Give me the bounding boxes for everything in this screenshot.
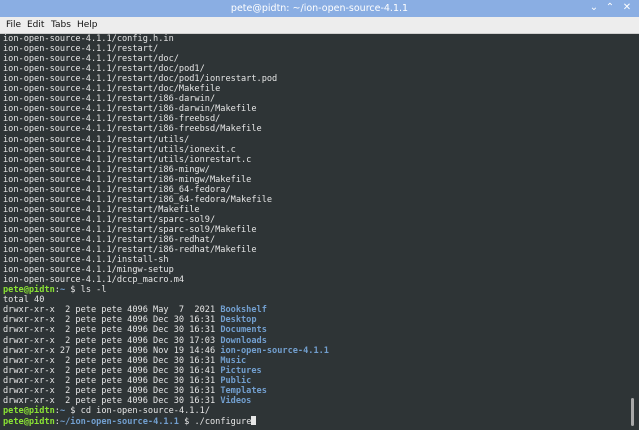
menu-bar: File Edit Tabs Help xyxy=(0,17,639,34)
listing-row: drwxr-xr-x 2 pete pete 4096 Dec 30 16:31… xyxy=(3,396,251,406)
directory-name: Downloads xyxy=(220,335,267,346)
listing-row: drwxr-xr-x 2 pete pete 4096 May 7 2021 B… xyxy=(3,305,267,315)
listing-meta: drwxr-xr-x 2 pete pete 4096 Dec 30 16:31 xyxy=(3,315,221,326)
directory-name: Videos xyxy=(220,395,252,406)
terminal-output[interactable]: ion-open-source-4.1.1/config.h.in ion-ope… xyxy=(0,34,627,430)
prompt-line: pete@pidtn:~ $ cd ion-open-source-4.1.1/ xyxy=(3,406,210,416)
directory-name: Templates xyxy=(220,385,267,396)
minimize-icon[interactable]: ⌄ xyxy=(587,1,601,15)
directory-name: Desktop xyxy=(220,315,257,326)
output-line: ion-open-source-4.1.1/config.h.in xyxy=(3,34,174,44)
command-text: cd ion-open-source-4.1.1/ xyxy=(80,405,211,416)
listing-row: drwxr-xr-x 27 pete pete 4096 Nov 19 14:4… xyxy=(3,346,329,356)
output-line: ion-open-source-4.1.1/restart/sparc-sol9… xyxy=(3,224,257,235)
output-line: ion-open-source-4.1.1/restart/doc/pod1/ xyxy=(3,64,205,75)
output-line: ion-open-source-4.1.1/restart/utils/ionr… xyxy=(3,154,252,165)
text-cursor xyxy=(251,415,257,425)
output-line: ion-open-source-4.1.1/restart/i86-freebs… xyxy=(3,124,262,135)
prompt-user: pete@pidtn xyxy=(3,405,55,416)
command-text: ./configure xyxy=(194,416,252,427)
output-line: ion-open-source-4.1.1/mingw-setup xyxy=(3,265,174,276)
menu-help[interactable]: Help xyxy=(77,17,98,33)
output-line: ion-open-source-4.1.1/dccp_macro.m4 xyxy=(3,275,185,286)
listing-row: drwxr-xr-x 2 pete pete 4096 Dec 30 16:31… xyxy=(3,386,267,396)
directory-name: Pictures xyxy=(220,365,262,376)
menu-file[interactable]: File xyxy=(6,17,21,33)
prompt-line: pete@pidtn:~/ion-open-source-4.1.1 $ ./c… xyxy=(3,415,257,427)
terminal-scrollbar[interactable] xyxy=(627,34,639,430)
output-line: ion-open-source-4.1.1/restart/sparc-sol9… xyxy=(3,214,216,225)
prompt-dollar: $ xyxy=(65,285,81,296)
output-line: ion-open-source-4.1.1/restart/i86-redhat… xyxy=(3,245,257,256)
terminal-window: pete@pidtn: ~/ion-open-source-4.1.1 ⌄ ⌃ … xyxy=(0,0,639,430)
listing-row: drwxr-xr-x 2 pete pete 4096 Dec 30 16:41… xyxy=(3,366,262,376)
output-line: ion-open-source-4.1.1/restart/i86-darwin… xyxy=(3,94,216,105)
listing-meta: drwxr-xr-x 2 pete pete 4096 May 7 2021 xyxy=(3,305,221,316)
output-line: ion-open-source-4.1.1/restart/doc/ xyxy=(3,54,179,65)
directory-name: Bookshelf xyxy=(220,305,267,316)
listing-row: drwxr-xr-x 2 pete pete 4096 Dec 30 16:31… xyxy=(3,315,257,325)
prompt-path: ~/ion-open-source-4.1.1 xyxy=(59,416,179,427)
directory-name: Public xyxy=(220,375,252,386)
listing-meta: drwxr-xr-x 2 pete pete 4096 Dec 30 16:31 xyxy=(3,395,221,406)
listing-meta: drwxr-xr-x 2 pete pete 4096 Dec 30 16:31 xyxy=(3,385,221,396)
listing-meta: drwxr-xr-x 2 pete pete 4096 Dec 30 16:41 xyxy=(3,365,221,376)
listing-meta: drwxr-xr-x 2 pete pete 4096 Dec 30 17:03 xyxy=(3,335,221,346)
menu-tabs[interactable]: Tabs xyxy=(51,17,71,33)
output-line: ion-open-source-4.1.1/restart/i86-mingw/… xyxy=(3,174,252,185)
command-text: ls -l xyxy=(80,285,107,296)
prompt-dollar: $ xyxy=(65,405,81,416)
directory-name: Music xyxy=(220,355,247,366)
output-line: ion-open-source-4.1.1/restart/ xyxy=(3,44,159,55)
output-line: total 40 xyxy=(3,295,45,306)
directory-name: Documents xyxy=(220,325,267,336)
listing-row: drwxr-xr-x 2 pete pete 4096 Dec 30 17:03… xyxy=(3,336,267,346)
output-line: ion-open-source-4.1.1/restart/doc/pod1/i… xyxy=(3,74,278,85)
close-icon[interactable]: ✕ xyxy=(620,1,634,15)
output-line: ion-open-source-4.1.1/restart/i86-freebs… xyxy=(3,114,221,125)
output-line: ion-open-source-4.1.1/restart/Makefile xyxy=(3,204,200,215)
prompt-dollar: $ xyxy=(178,416,195,427)
listing-meta: drwxr-xr-x 2 pete pete 4096 Dec 30 16:31 xyxy=(3,325,221,336)
prompt-line: pete@pidtn:~ $ ls -l xyxy=(3,285,107,295)
listing-meta: drwxr-xr-x 2 pete pete 4096 Dec 30 16:31 xyxy=(3,355,221,366)
maximize-icon[interactable]: ⌃ xyxy=(603,1,617,15)
listing-row: drwxr-xr-x 2 pete pete 4096 Dec 30 16:31… xyxy=(3,356,246,366)
output-line: ion-open-source-4.1.1/restart/i86-redhat… xyxy=(3,235,216,245)
output-line: ion-open-source-4.1.1/restart/utils/ione… xyxy=(3,144,236,155)
listing-meta: drwxr-xr-x 2 pete pete 4096 Dec 30 16:31 xyxy=(3,375,221,386)
directory-name: ion-open-source-4.1.1 xyxy=(220,345,329,356)
window-title: pete@pidtn: ~/ion-open-source-4.1.1 xyxy=(230,3,409,14)
output-line: ion-open-source-4.1.1/restart/utils/ xyxy=(3,134,190,145)
listing-row: drwxr-xr-x 2 pete pete 4096 Dec 30 16:31… xyxy=(3,325,267,335)
prompt-user: pete@pidtn xyxy=(3,285,55,296)
output-line: ion-open-source-4.1.1/restart/i86-mingw/ xyxy=(3,164,210,175)
title-bar[interactable]: pete@pidtn: ~/ion-open-source-4.1.1 ⌄ ⌃ … xyxy=(0,0,639,17)
output-line: ion-open-source-4.1.1/restart/i86-darwin… xyxy=(3,104,257,115)
scrollbar-thumb[interactable] xyxy=(631,398,634,426)
menu-edit[interactable]: Edit xyxy=(27,17,44,33)
prompt-user: pete@pidtn xyxy=(3,416,55,427)
output-line: ion-open-source-4.1.1/restart/i86_64-fed… xyxy=(3,184,231,195)
output-line: ion-open-source-4.1.1/install-sh xyxy=(3,255,169,266)
listing-row: drwxr-xr-x 2 pete pete 4096 Dec 30 16:31… xyxy=(3,376,251,386)
output-line: ion-open-source-4.1.1/restart/i86_64-fed… xyxy=(3,194,273,205)
listing-meta: drwxr-xr-x 27 pete pete 4096 Nov 19 14:4… xyxy=(3,345,221,356)
output-line: ion-open-source-4.1.1/restart/doc/Makefi… xyxy=(3,84,221,95)
